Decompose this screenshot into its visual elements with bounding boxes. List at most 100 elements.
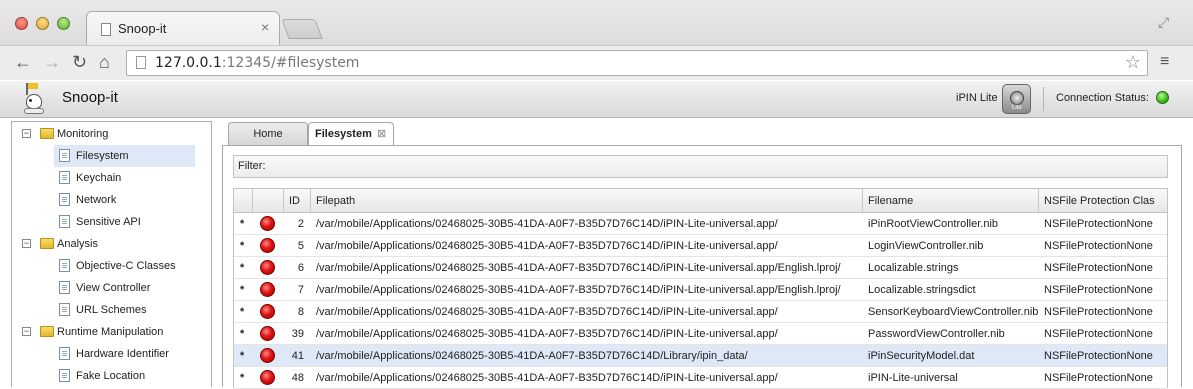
table-row[interactable]: * 7/var/mobile/Applications/02468025-30B5… xyxy=(234,279,1167,301)
file-id: 6 xyxy=(297,262,304,274)
tree-group-0[interactable]: − Monitoring xyxy=(12,123,211,145)
table-row[interactable]: * 2/var/mobile/Applications/02468025-30B5… xyxy=(234,213,1167,235)
file-table: ID Filepath Filename NSFile Protection C… xyxy=(233,188,1168,389)
back-icon[interactable]: ← xyxy=(14,52,32,72)
file-path: /var/mobile/Applications/02468025-30B5-4… xyxy=(316,372,778,384)
sidebar-item-label: Fake Location xyxy=(76,370,146,382)
red-status-icon xyxy=(260,304,275,319)
file-path: /var/mobile/Applications/02468025-30B5-4… xyxy=(316,328,778,340)
sidebar-item-label: URL Schemes xyxy=(76,304,147,316)
collapse-toggle-icon[interactable]: − xyxy=(22,327,31,336)
sidebar-item[interactable]: Network xyxy=(54,189,195,211)
app-header: Snoop-it iPIN Lite Lite Connection Statu… xyxy=(0,81,1193,118)
column-header-status xyxy=(253,189,284,213)
file-name: SensorKeyboardViewController.nib xyxy=(868,306,1038,318)
zoom-window-button[interactable] xyxy=(57,17,70,30)
sidebar-item-label: Objective-C Classes xyxy=(76,260,176,272)
app-title: Snoop-it xyxy=(62,89,118,106)
table-row[interactable]: * 5/var/mobile/Applications/02468025-30B5… xyxy=(234,235,1167,257)
file-protection: NSFileProtectionNone xyxy=(1044,240,1153,252)
bookmark-star-icon[interactable]: ☆ xyxy=(1125,51,1141,75)
sidebar-item-label: Filesystem xyxy=(76,150,129,162)
red-status-icon xyxy=(260,216,275,231)
sidebar-item[interactable]: Keychain xyxy=(54,167,195,189)
document-icon xyxy=(59,171,70,184)
column-header-filepath[interactable]: Filepath xyxy=(311,189,863,213)
column-header-protection[interactable]: NSFile Protection Clas xyxy=(1039,189,1167,213)
document-icon xyxy=(59,369,70,382)
tab-filesystem[interactable]: Filesystem ⊠ xyxy=(308,122,394,147)
sidebar-item[interactable]: Hardware Identifier xyxy=(54,343,195,365)
star-marker: * xyxy=(240,262,245,274)
close-tab-icon[interactable]: × xyxy=(261,19,269,35)
sidebar-item[interactable]: Filesystem xyxy=(54,145,195,167)
sidebar-item[interactable]: Fake Location xyxy=(54,365,195,387)
star-marker: * xyxy=(240,350,245,362)
sidebar-item-label: Hardware Identifier xyxy=(76,348,169,360)
home-icon[interactable]: ⌂ xyxy=(99,52,110,72)
tree-group-1[interactable]: − Analysis xyxy=(12,233,211,255)
snoopit-logo-icon xyxy=(22,83,48,115)
browser-tab-title: Snoop-it xyxy=(118,21,167,36)
file-id: 7 xyxy=(297,284,304,296)
document-icon xyxy=(59,347,70,360)
star-marker: * xyxy=(240,372,245,384)
url-host: 127.0.0.1 xyxy=(155,55,222,71)
table-row[interactable]: * 8/var/mobile/Applications/02468025-30B5… xyxy=(234,301,1167,323)
sidebar-item-label: Keychain xyxy=(76,172,122,184)
forward-icon[interactable]: → xyxy=(43,52,61,72)
tab-home[interactable]: Home xyxy=(228,122,308,146)
table-row[interactable]: * 6/var/mobile/Applications/02468025-30B5… xyxy=(234,257,1167,279)
red-status-icon xyxy=(260,282,275,297)
address-bar[interactable]: 127.0.0.1:12345/#filesystem ☆ xyxy=(126,50,1148,76)
file-id: 2 xyxy=(297,218,304,230)
browser-tab[interactable]: Snoop-it × xyxy=(86,11,280,46)
document-icon xyxy=(59,281,70,294)
red-status-icon xyxy=(260,238,275,253)
document-icon xyxy=(59,215,70,228)
table-row[interactable]: * 48/var/mobile/Applications/02468025-30B… xyxy=(234,367,1167,389)
file-id: 5 xyxy=(297,240,304,252)
page-icon xyxy=(101,23,111,36)
collapse-toggle-icon[interactable]: − xyxy=(22,129,31,138)
folder-icon xyxy=(40,326,54,337)
fullscreen-icon[interactable]: ⤢ xyxy=(1158,14,1169,31)
file-name: iPinRootViewController.nib xyxy=(868,218,999,230)
table-row[interactable]: * 39/var/mobile/Applications/02468025-30B… xyxy=(234,323,1167,345)
file-path: /var/mobile/Applications/02468025-30B5-4… xyxy=(316,240,778,252)
tree-group-label: Monitoring xyxy=(57,128,109,140)
browser-toolbar: ← → ↻ ⌂ 127.0.0.1:12345/#filesystem ☆ ≡ xyxy=(0,45,1193,80)
close-tab-icon[interactable]: ⊠ xyxy=(377,123,386,145)
red-status-icon xyxy=(260,260,275,275)
star-marker: * xyxy=(240,240,245,252)
sidebar-tree: − Monitoring Filesystem Keychain Network Sens… xyxy=(11,121,212,387)
reload-icon[interactable]: ↻ xyxy=(72,52,87,72)
file-protection: NSFileProtectionNone xyxy=(1044,306,1153,318)
minimize-window-button[interactable] xyxy=(36,17,49,30)
menu-icon[interactable]: ≡ xyxy=(1160,52,1169,72)
filter-field[interactable]: Filter: xyxy=(233,155,1168,178)
document-icon xyxy=(59,149,70,162)
sidebar-item[interactable]: URL Schemes xyxy=(54,299,195,321)
tree-group-2[interactable]: − Runtime Manipulation xyxy=(12,321,211,343)
file-path: /var/mobile/Applications/02468025-30B5-4… xyxy=(316,218,778,230)
sidebar-item-label: View Controller xyxy=(76,282,151,294)
table-row[interactable]: * 41/var/mobile/Applications/02468025-30B… xyxy=(234,345,1167,367)
column-header-id[interactable]: ID xyxy=(284,189,311,213)
file-name: LoginViewController.nib xyxy=(868,240,984,252)
sidebar-item[interactable]: Sensitive API xyxy=(54,211,195,233)
new-tab-button[interactable] xyxy=(281,19,323,39)
file-protection: NSFileProtectionNone xyxy=(1044,372,1153,384)
url-path: /#filesystem xyxy=(271,55,360,71)
sidebar-item[interactable]: View Controller xyxy=(54,277,195,299)
file-protection: NSFileProtectionNone xyxy=(1044,350,1153,362)
close-window-button[interactable] xyxy=(15,17,28,30)
collapse-toggle-icon[interactable]: − xyxy=(22,239,31,248)
sidebar-item[interactable]: Objective-C Classes xyxy=(54,255,195,277)
column-header-filename[interactable]: Filename xyxy=(863,189,1039,213)
sidebar-item-label: Network xyxy=(76,194,117,206)
file-name: Localizable.strings xyxy=(868,262,959,274)
file-id: 8 xyxy=(297,306,304,318)
star-marker: * xyxy=(240,306,245,318)
app-icon: Lite xyxy=(1002,84,1031,114)
